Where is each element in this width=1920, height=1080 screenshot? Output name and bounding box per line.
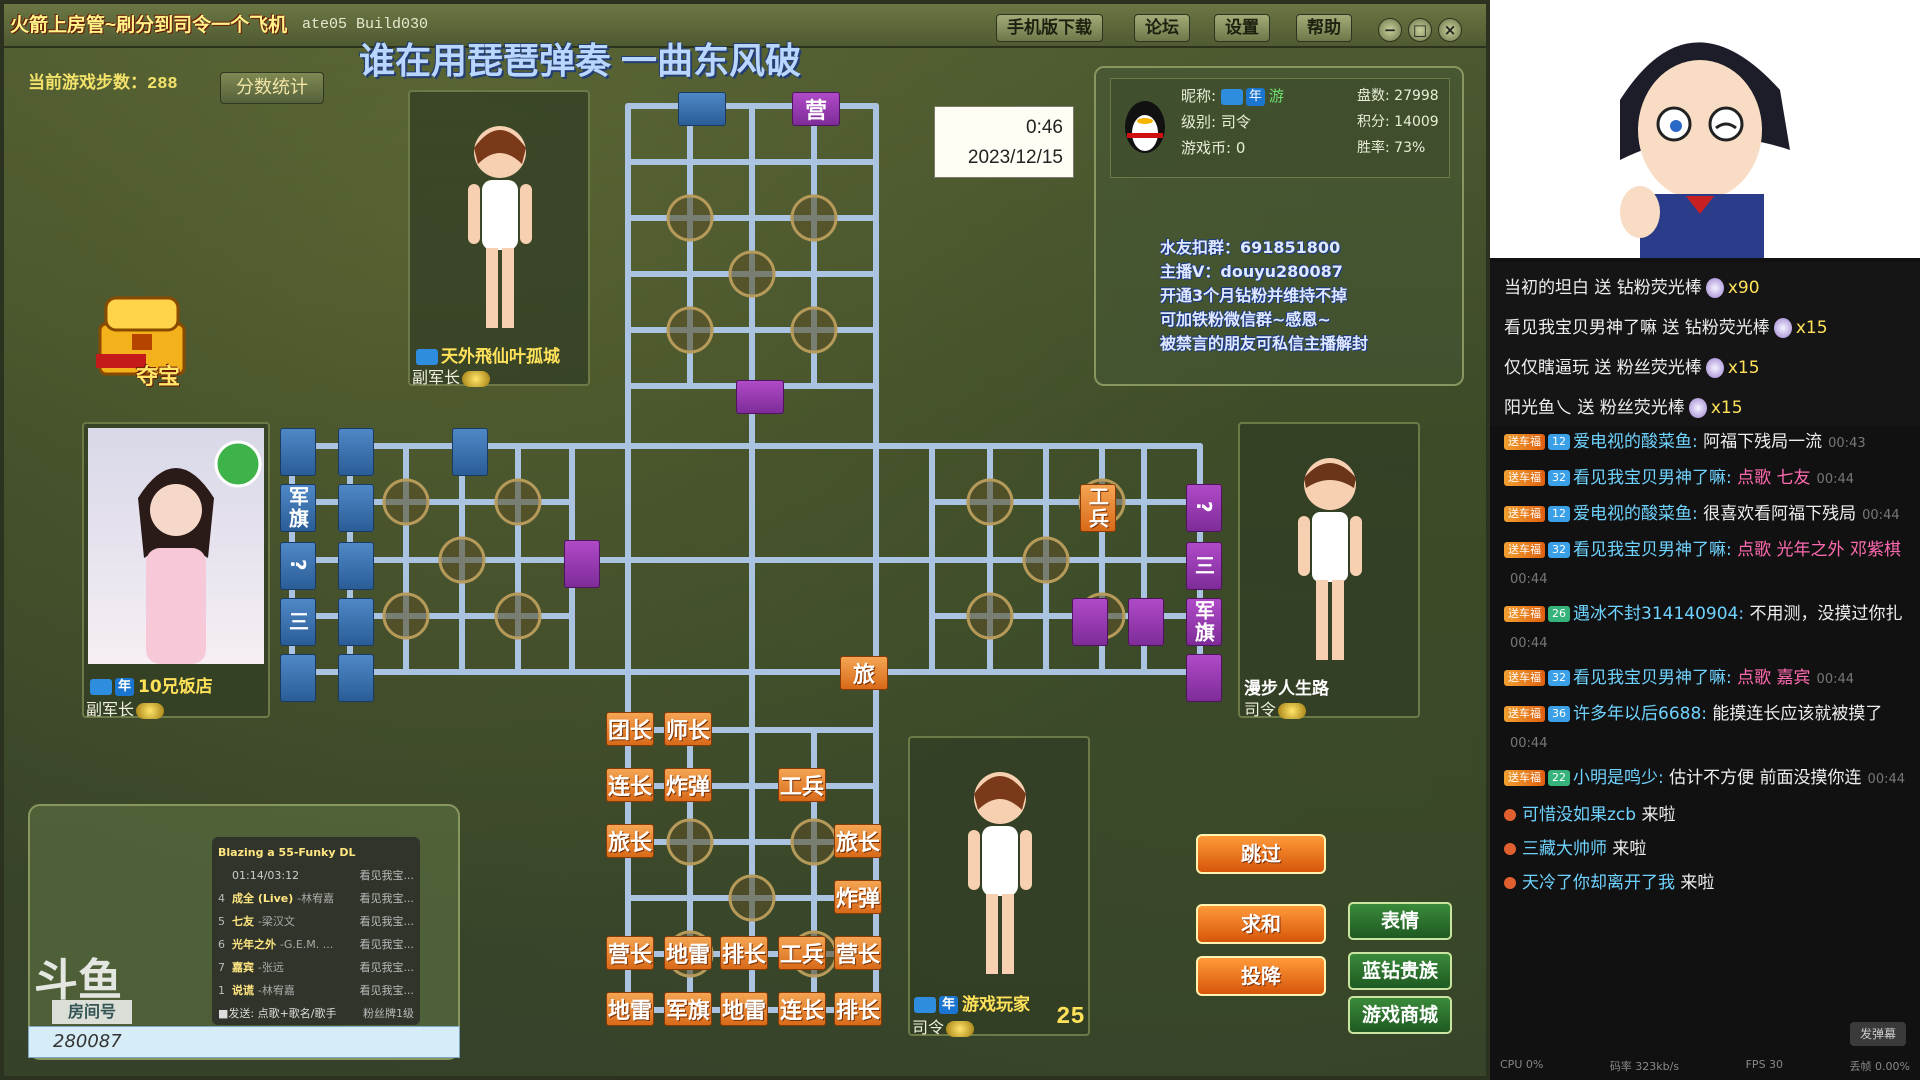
playlist-footer: ■发送: 点歌+歌名/歌手 粉丝牌1级 <box>218 1007 414 1020</box>
drop-status: 丢帧 0.00% <box>1849 1060 1910 1073</box>
board-piece[interactable]: 连长 <box>606 768 654 802</box>
board-piece[interactable]: 排长 <box>834 992 882 1026</box>
room-label: 房间号 <box>52 1000 132 1024</box>
board-piece[interactable]: 排长 <box>720 936 768 970</box>
list-item[interactable]: 5 七友 -梁汉文 看见我宝... <box>218 910 414 933</box>
chat-message: 送车福 32 看见我宝贝男神了嘛: 点歌 嘉宾 00:44 <box>1504 664 1906 694</box>
gift-feed: 当初的坦白 送 钻粉荧光棒 x90 看见我宝贝男神了嘛 送 钻粉荧光棒 x15 仅仅… <box>1490 262 1920 426</box>
board-piece[interactable]: 军旗 <box>280 484 316 532</box>
board-piece[interactable]: 炸弹 <box>664 768 712 802</box>
board-piece[interactable]: 军旗 <box>664 992 712 1026</box>
gift-row: 看见我宝贝男神了嘛 送 钻粉荧光棒 x15 <box>1504 318 1828 338</box>
fps-status: FPS 30 <box>1745 1058 1784 1071</box>
glowstick-icon <box>1705 278 1724 298</box>
douyu-logo: 斗鱼 <box>34 956 122 1005</box>
song-playlist: Blazing a 55-Funky DL 01:14/03:12 看见我宝...… <box>212 837 420 1025</box>
board-piece[interactable]: 师长 <box>664 712 712 746</box>
chat-message: 送车福 32 看见我宝贝男神了嘛: 点歌 光年之外 邓紫棋00:44 <box>1504 536 1906 594</box>
glowstick-icon <box>1688 398 1707 418</box>
glowstick-icon <box>1705 358 1724 378</box>
board-piece[interactable] <box>338 428 374 476</box>
board-piece[interactable] <box>338 654 374 702</box>
board-piece[interactable]: 营 <box>792 92 840 126</box>
user-icon <box>1504 843 1516 855</box>
board-piece[interactable] <box>1186 654 1222 702</box>
chat-message: 送车福 12 爱电视的酸菜鱼: 很喜欢看阿福下残局 00:44 <box>1504 500 1906 530</box>
board-piece[interactable]: 旅长 <box>606 824 654 858</box>
list-item[interactable]: 6 光年之外 -G.E.M. ... 看见我宝... <box>218 933 414 956</box>
board-piece[interactable]: 地雷 <box>720 992 768 1026</box>
board-piece[interactable] <box>1128 598 1164 646</box>
board-piece[interactable] <box>452 428 488 476</box>
chat-message: 送车福 32 看见我宝贝男神了嘛: 点歌 七友 00:44 <box>1504 464 1906 494</box>
board-piece[interactable] <box>338 598 374 646</box>
board-piece[interactable]: 连长 <box>778 992 826 1026</box>
entry-message: 三藏大帅师 来啦 <box>1504 834 1906 864</box>
board-piece[interactable]: 旅 <box>840 656 888 690</box>
surrender-button[interactable]: 投降 <box>1196 956 1326 996</box>
list-item[interactable]: 1 说谎 -林宥嘉 看见我宝... <box>218 979 414 1002</box>
chat-message: 送车福 26 遇冰不封314140904: 不用测，没摸过你扎00:44 <box>1504 600 1906 658</box>
board-piece[interactable]: 营长 <box>834 936 882 970</box>
board-piece[interactable]: ? <box>1186 484 1222 532</box>
emote-button[interactable]: 表情 <box>1348 902 1452 940</box>
gift-row: 仅仅瞎逼玩 送 粉丝荧光棒 x15 <box>1504 358 1760 378</box>
status-bar: CPU 0% 码率 323kb/s FPS 30 丢帧 0.00% <box>1490 1052 1920 1080</box>
game-shop-button[interactable]: 游戏商城 <box>1348 996 1452 1034</box>
board-piece[interactable]: 旅长 <box>834 824 882 858</box>
user-icon <box>1504 877 1516 889</box>
user-icon <box>1504 809 1516 821</box>
bitrate-status: 码率 323kb/s <box>1609 1060 1680 1073</box>
board-piece[interactable] <box>736 380 784 414</box>
stream-sidebar: 当初的坦白 送 钻粉荧光棒 x90 看见我宝贝男神了嘛 送 钻粉荧光棒 x15 仅仅… <box>1490 0 1920 1080</box>
skip-button[interactable]: 跳过 <box>1196 834 1326 874</box>
board-piece[interactable]: 团长 <box>606 712 654 746</box>
board-piece[interactable] <box>338 542 374 590</box>
board-piece[interactable]: 军旗 <box>1186 598 1222 646</box>
glowstick-icon <box>1773 318 1792 338</box>
game-window: 火箭上房管~刷分到司令一个飞机 ate05 Build030 手机版下载 论坛 … <box>0 0 1490 1080</box>
board-piece[interactable]: 地雷 <box>606 992 654 1026</box>
board-piece[interactable] <box>280 428 316 476</box>
send-danmu-button[interactable]: 发弹幕 <box>1850 1022 1906 1046</box>
board-piece[interactable]: 三 <box>280 598 316 646</box>
cpu-status: CPU 0% <box>1500 1058 1544 1071</box>
board-piece[interactable]: 工兵 <box>778 936 826 970</box>
board-piece[interactable]: ? <box>280 542 316 590</box>
board-piece[interactable] <box>564 540 600 588</box>
board-piece[interactable]: 工兵 <box>778 768 826 802</box>
list-item[interactable]: 7 嘉宾 -张远 看见我宝... <box>218 956 414 979</box>
chat-message: 送车福 22 小明是鸣少: 估计不方便 前面没摸你连 00:44 <box>1504 764 1906 794</box>
board-piece[interactable]: 营长 <box>606 936 654 970</box>
entry-message: 天冷了你却离开了我 来啦 <box>1504 868 1906 898</box>
board-piece[interactable]: 工兵 <box>1080 484 1116 532</box>
room-number-field[interactable]: 280087 <box>28 1026 460 1058</box>
blue-diamond-button[interactable]: 蓝钻贵族 <box>1348 952 1452 990</box>
gift-row: 阳光鱼乀 送 粉丝荧光棒 x15 <box>1504 398 1743 418</box>
board-piece[interactable]: 炸弹 <box>834 880 882 914</box>
now-playing: Blazing a 55-Funky DL <box>218 846 356 859</box>
board-piece[interactable] <box>678 92 726 126</box>
board-piece[interactable] <box>1072 598 1108 646</box>
draw-button[interactable]: 求和 <box>1196 904 1326 944</box>
chat-feed: 送车福 12 爱电视的酸菜鱼: 阿福下残局一流 00:43 送车福 32 看见我宝贝男神了… <box>1490 426 1920 1036</box>
board-piece[interactable]: 三 <box>1186 542 1222 590</box>
board-piece[interactable]: 地雷 <box>664 936 712 970</box>
board-piece[interactable] <box>338 484 374 532</box>
chat-message: 送车福 36 许多年以后6688: 能摸连长应该就被摸了00:44 <box>1504 700 1906 758</box>
streamer-avatar <box>1490 0 1920 258</box>
now-playing-time: 01:14/03:12 看见我宝... <box>232 869 414 882</box>
gift-row: 当初的坦白 送 钻粉荧光棒 x90 <box>1504 278 1760 298</box>
board-piece[interactable] <box>280 654 316 702</box>
list-item[interactable]: 4 成全 (Live) -林宥嘉 看见我宝... <box>218 887 414 910</box>
chat-message: 送车福 12 爱电视的酸菜鱼: 阿福下残局一流 00:43 <box>1504 428 1906 458</box>
entry-message: 可惜没如果zcb 来啦 <box>1504 800 1906 830</box>
